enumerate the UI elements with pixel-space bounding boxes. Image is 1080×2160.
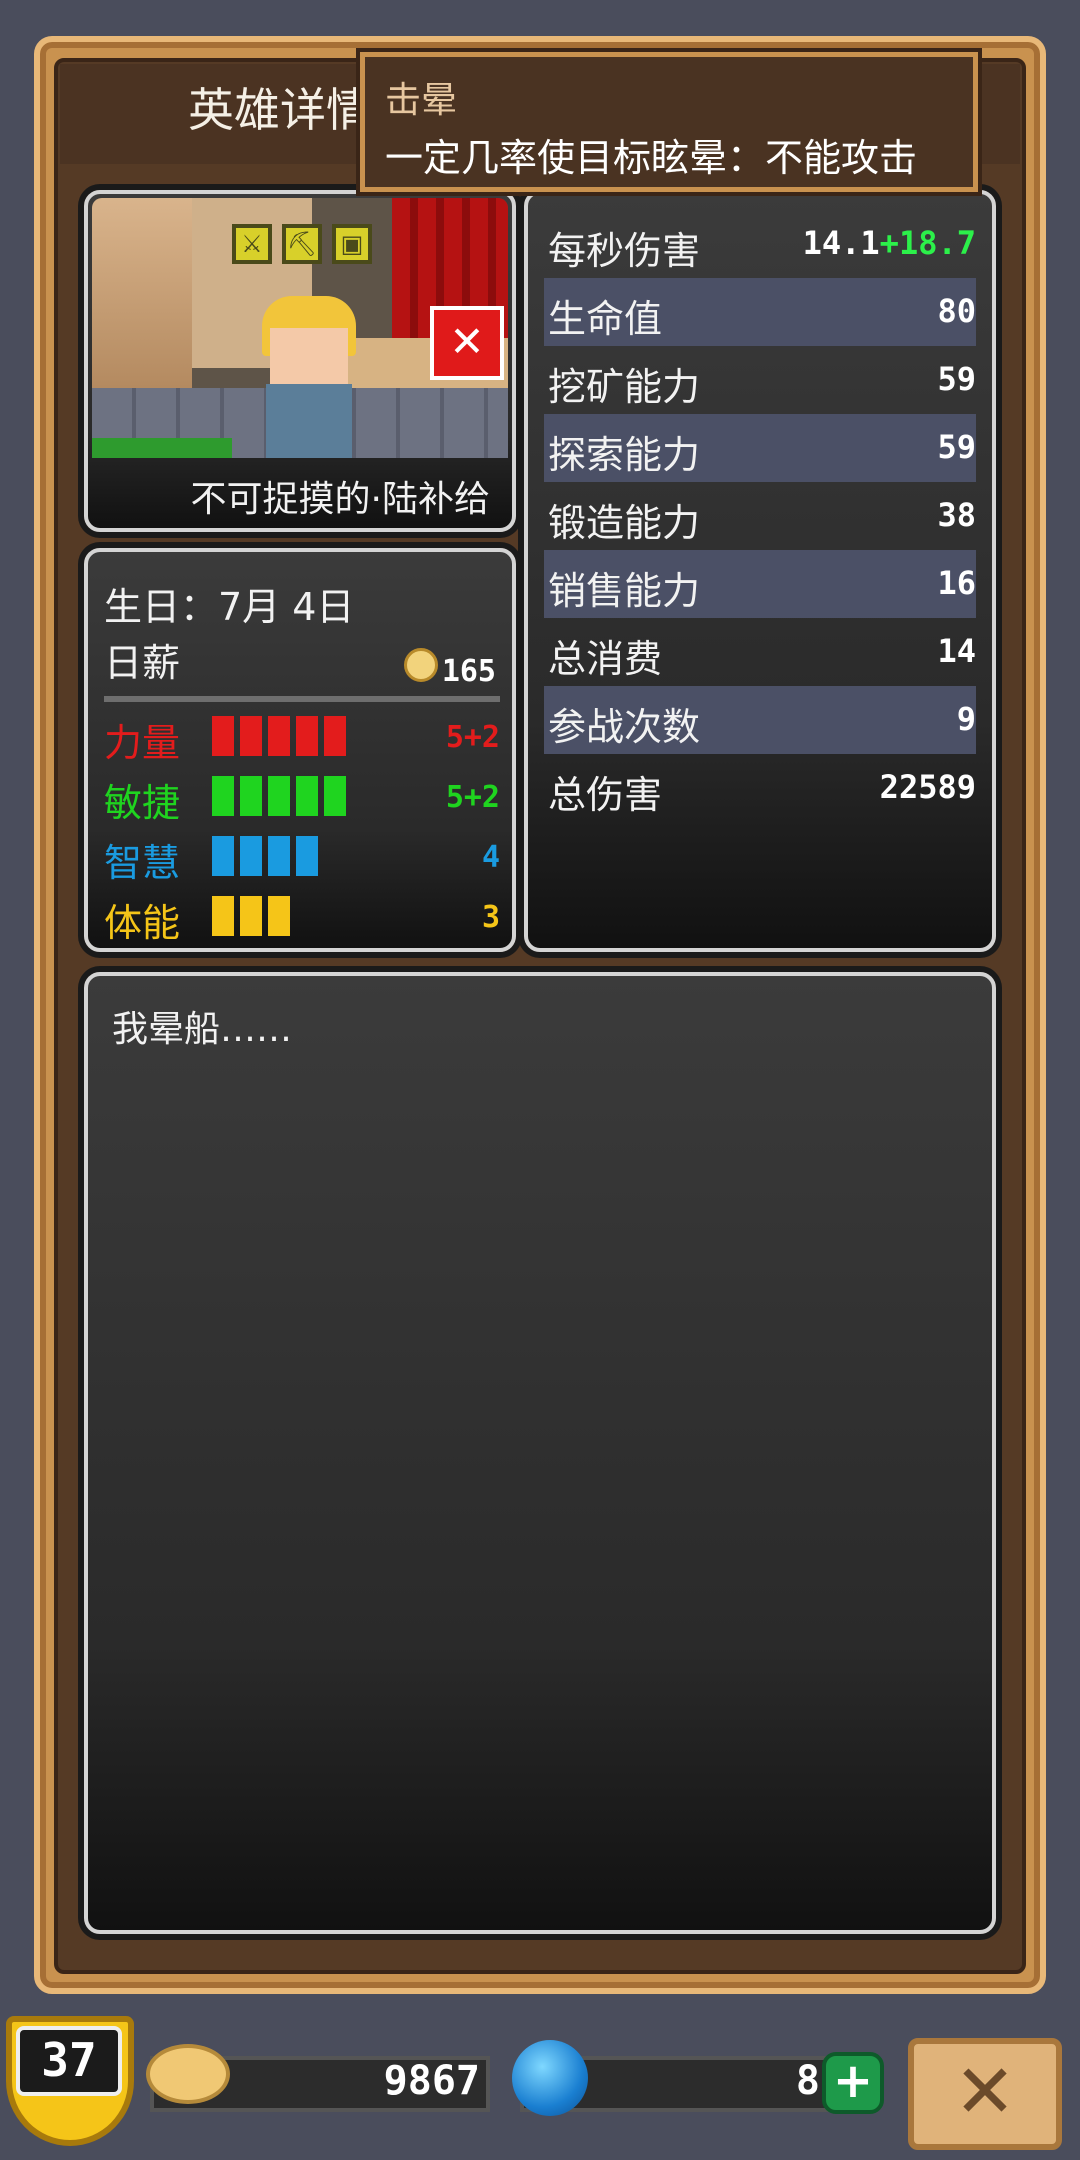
- hero-description: 我晕船……: [112, 1009, 293, 1050]
- pickaxe-skill-icon: ⛏: [282, 224, 322, 264]
- attr-bar-segment: [240, 836, 262, 876]
- stat-row-total-spent: 总消费 14: [544, 618, 976, 686]
- attr-bar-segment: [324, 716, 346, 756]
- tooltip-description: 一定几率使目标眩晕：不能攻击: [385, 136, 918, 180]
- stat-row-battles: 参战次数 9: [544, 686, 976, 754]
- attr-value-strength: 5+2: [445, 720, 500, 755]
- attr-bar-segment: [296, 776, 318, 816]
- stat-row-total-damage: 总伤害 22589: [544, 754, 976, 822]
- hero-face: [270, 328, 348, 386]
- coin-icon: [146, 2044, 230, 2104]
- attr-bar-segment: [268, 836, 290, 876]
- tooltip-title: 击晕: [385, 80, 458, 121]
- attr-label-wisdom: 智慧: [104, 841, 181, 885]
- stat-label: 总伤害: [548, 773, 663, 817]
- stat-value: 38: [937, 496, 976, 534]
- coin-icon: [404, 648, 438, 682]
- stat-value: 80: [937, 292, 976, 330]
- attr-label-stamina: 体能: [104, 901, 181, 945]
- stat-label: 锻造能力: [548, 501, 701, 545]
- grass: [92, 438, 232, 458]
- attr-value-stamina: 3: [481, 900, 500, 935]
- close-button[interactable]: ✕: [908, 2038, 1062, 2150]
- gem-icon: [512, 2040, 588, 2116]
- stat-value: 59: [937, 360, 976, 398]
- attr-label-strength: 力量: [104, 721, 181, 765]
- stat-row-forging: 锻造能力 38: [544, 482, 976, 550]
- stat-label: 生命值: [548, 297, 663, 341]
- stat-row-hp: 生命值 80: [544, 278, 976, 346]
- salary-label: 日薪: [104, 641, 181, 685]
- stat-value: 14.1+18.7: [802, 224, 976, 262]
- attr-bars-stamina: [212, 896, 290, 936]
- hero-name: 不可捉摸的·陆补给: [190, 479, 490, 520]
- attr-bar-segment: [240, 716, 262, 756]
- hero-body: [266, 384, 352, 458]
- stat-label: 挖矿能力: [548, 365, 701, 409]
- stat-label: 销售能力: [548, 569, 701, 613]
- stat-row-dps: 每秒伤害 14.1+18.7: [544, 210, 976, 278]
- window-title: 英雄详情: [188, 83, 372, 137]
- attr-bars-wisdom: [212, 836, 318, 876]
- attr-bar-segment: [268, 716, 290, 756]
- attr-bar-segment: [240, 896, 262, 936]
- wall-pillar: [92, 198, 192, 388]
- player-level: 37: [16, 2026, 122, 2096]
- attr-value-agility: 5+2: [445, 780, 500, 815]
- stat-value: 16: [937, 564, 976, 602]
- stat-value: 14: [937, 632, 976, 670]
- attr-bars-agility: [212, 776, 346, 816]
- stat-label: 探索能力: [548, 433, 701, 477]
- stat-label: 每秒伤害: [548, 229, 701, 273]
- attr-bar-segment: [296, 716, 318, 756]
- stat-label: 参战次数: [548, 705, 701, 749]
- divider: [104, 696, 500, 702]
- attr-bar-segment: [240, 776, 262, 816]
- hero-portrait-panel: ⚔ ⛏ ▣ ✕ 不可捉摸的·陆补给: [84, 190, 516, 532]
- stats-panel: 每秒伤害 14.1+18.7 生命值 80 挖矿能力 59 探索能力 59 锻造…: [524, 190, 996, 952]
- skill-tooltip: 击晕 一定几率使目标眩晕：不能攻击: [360, 52, 978, 192]
- stun-icon[interactable]: ✕: [430, 306, 504, 380]
- attr-bar-segment: [296, 836, 318, 876]
- stat-label: 总消费: [548, 637, 663, 681]
- hero-scene: ⚔ ⛏ ▣ ✕: [92, 198, 508, 458]
- salary-value: 165: [441, 654, 496, 689]
- stat-value: 9: [956, 700, 976, 738]
- hero-description-panel: 我晕船……: [84, 972, 996, 1934]
- attr-bar-segment: [268, 896, 290, 936]
- hero-info-panel: 生日：7月 4日 日薪 165 力量 5+2 敏捷 5+2 智慧 4 体能 3: [84, 548, 516, 952]
- sword-skill-icon: ⚔: [232, 224, 272, 264]
- attr-label-agility: 敏捷: [104, 781, 181, 825]
- attr-bar-segment: [212, 896, 234, 936]
- stat-row-exploration: 探索能力 59: [544, 414, 976, 482]
- birthday: 生日：7月 4日: [104, 585, 355, 629]
- attr-bar-segment: [212, 776, 234, 816]
- stat-value: 59: [937, 428, 976, 466]
- attr-bar-segment: [212, 716, 234, 756]
- stat-row-sales: 销售能力 16: [544, 550, 976, 618]
- attr-bar-segment: [324, 776, 346, 816]
- stat-value: 22589: [879, 768, 976, 806]
- attr-bar-segment: [212, 836, 234, 876]
- chest-skill-icon: ▣: [332, 224, 372, 264]
- gem-amount: 8: [795, 2058, 820, 2104]
- attr-bars-strength: [212, 716, 346, 756]
- coin-amount: 9867: [383, 2058, 480, 2104]
- attr-value-wisdom: 4: [481, 840, 500, 875]
- stat-row-mining: 挖矿能力 59: [544, 346, 976, 414]
- add-gems-button[interactable]: +: [822, 2052, 884, 2114]
- attr-bar-segment: [268, 776, 290, 816]
